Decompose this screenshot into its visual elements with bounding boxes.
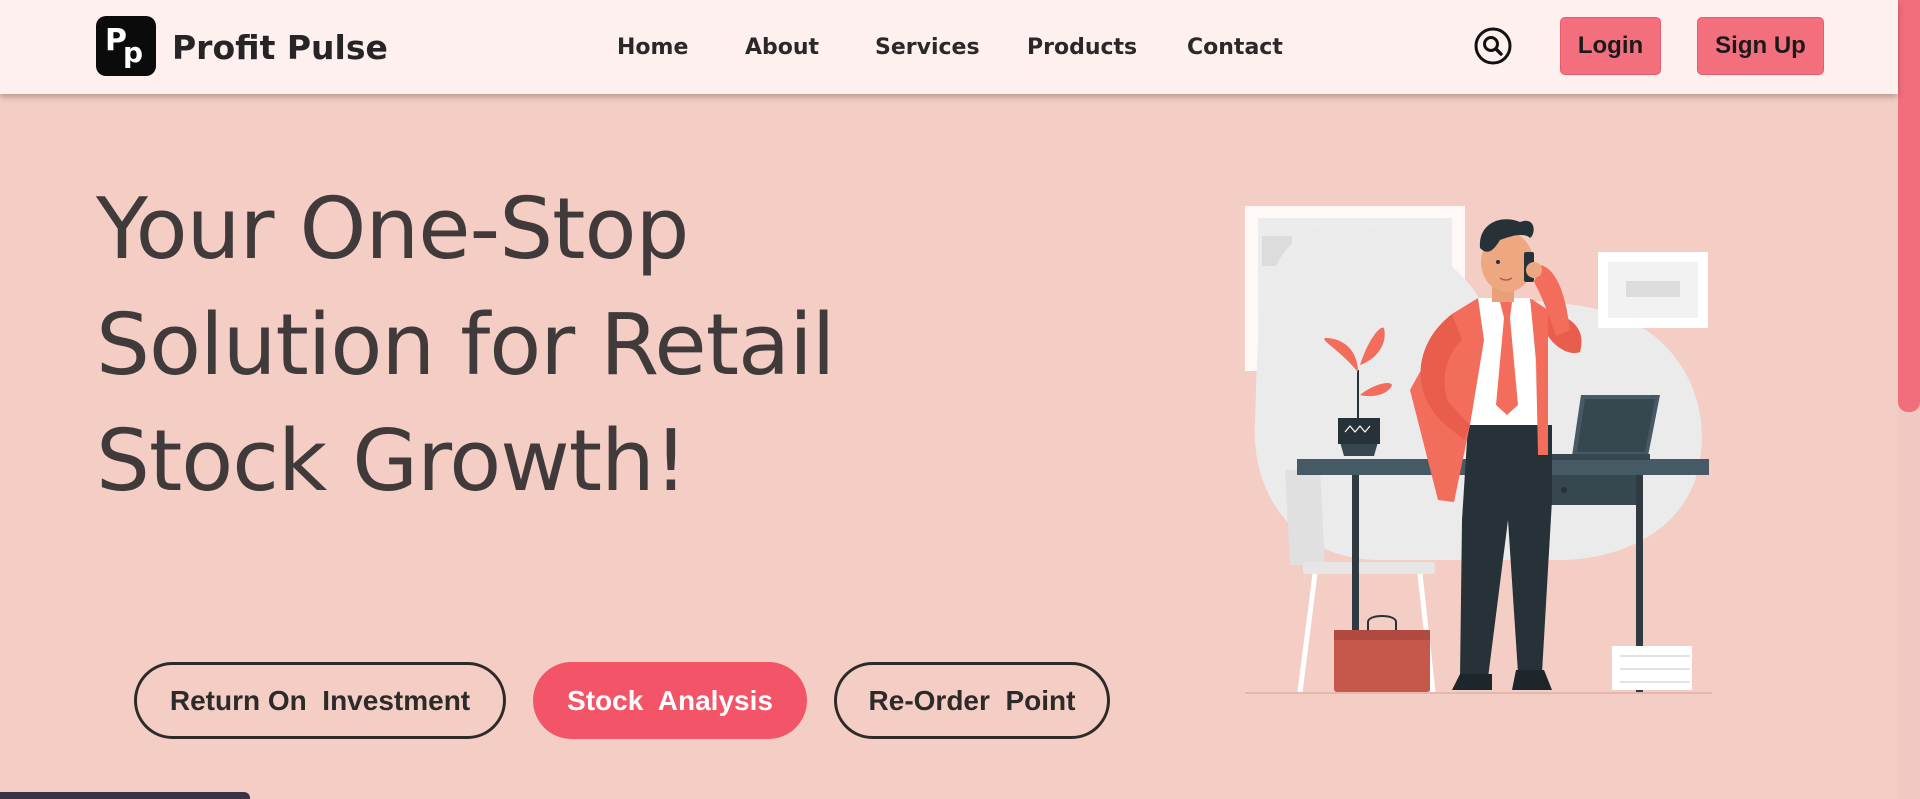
- nav-link-services[interactable]: Services: [875, 34, 980, 62]
- hero-title-line: Solution for Retail: [96, 296, 835, 395]
- logo[interactable]: P p: [96, 16, 156, 76]
- scrollbar-thumb[interactable]: [1898, 0, 1920, 412]
- search-icon: [1474, 27, 1512, 65]
- nav-link-products[interactable]: Products: [1027, 34, 1137, 62]
- reorder-point-button[interactable]: Re-Order Point: [834, 662, 1110, 739]
- signup-button[interactable]: Sign Up: [1697, 17, 1824, 75]
- bottom-widget-edge: [0, 792, 250, 799]
- nav-link-home[interactable]: Home: [617, 34, 688, 62]
- navbar: P p Profit Pulse Home About Services Pro…: [0, 0, 1898, 94]
- nav-link-contact[interactable]: Contact: [1187, 34, 1283, 62]
- login-button[interactable]: Login: [1560, 17, 1661, 75]
- hero-title-line: Stock Growth!: [96, 412, 688, 511]
- brand-name[interactable]: Profit Pulse: [172, 28, 388, 68]
- return-on-investment-button[interactable]: Return On Investment: [134, 662, 506, 739]
- hero-title: Your One-Stop Solution for Retail Stock …: [96, 172, 996, 520]
- businessman-illustration: [1245, 206, 1712, 694]
- logo-letter-p-small: p: [123, 36, 144, 69]
- stock-analysis-button[interactable]: Stock Analysis: [533, 662, 807, 739]
- search-button[interactable]: [1473, 26, 1513, 66]
- hero-title-line: Your One-Stop: [96, 180, 689, 279]
- nav-link-about[interactable]: About: [745, 34, 819, 62]
